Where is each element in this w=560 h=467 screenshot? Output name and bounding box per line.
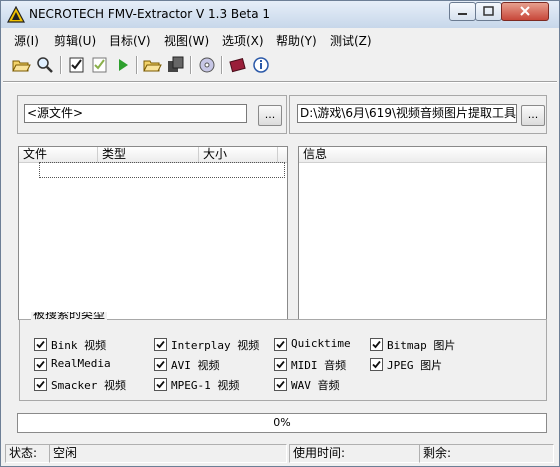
source-file-field[interactable]: <源文件> <box>24 104 247 123</box>
uncheck-icon[interactable] <box>90 55 110 75</box>
remaining-time-label: 剩余: <box>419 444 554 463</box>
checkmark-icon <box>276 360 285 369</box>
checkbox-box[interactable] <box>370 358 383 371</box>
file-type-checkbox[interactable]: Bink 视频 <box>34 337 152 352</box>
app-icon <box>7 6 25 23</box>
checkbox-label: JPEG 图片 <box>387 359 443 372</box>
window-title: NECROTECH FMV-Extractor V 1.3 Beta 1 <box>29 7 271 21</box>
minimize-icon <box>458 13 467 15</box>
maximize-icon <box>483 6 494 16</box>
source-browse-button[interactable]: ... <box>258 105 282 126</box>
checkbox-box[interactable] <box>154 378 167 391</box>
file-list[interactable]: 文件 类型 大小 <box>18 146 288 320</box>
menu-help[interactable]: 帮助(Y) <box>276 32 317 49</box>
progress-text: 0% <box>273 416 291 429</box>
minimize-button[interactable] <box>449 2 476 21</box>
checkbox-label: MIDI 音频 <box>291 359 347 372</box>
progress-bar: 0% <box>17 413 547 433</box>
checkmark-icon <box>372 340 381 349</box>
close-icon <box>520 6 530 16</box>
menu-source[interactable]: 源(I) <box>14 32 39 49</box>
checkbox-box[interactable] <box>154 358 167 371</box>
target-folder-field[interactable]: D:\游戏\6月\619\视频音频图片提取工具 <box>297 104 517 123</box>
column-file[interactable]: 文件 <box>19 147 98 162</box>
file-type-checkbox[interactable]: AVI 视频 <box>154 357 272 372</box>
status-value: 空闲 <box>49 444 287 463</box>
status-label: 状态: <box>5 444 50 463</box>
checkbox-label: Bitmap 图片 <box>387 339 456 352</box>
toolbar-separator <box>60 56 62 74</box>
file-list-header: 文件 类型 大小 <box>19 147 287 163</box>
focus-row[interactable] <box>39 162 285 178</box>
checkbox-box[interactable] <box>154 338 167 351</box>
column-type[interactable]: 类型 <box>98 147 199 162</box>
checkbox-box[interactable] <box>274 338 287 351</box>
checkmark-icon <box>276 340 285 349</box>
check-all-icon[interactable] <box>67 55 87 75</box>
menu-bar: 源(I) 剪辑(U) 目标(V) 视图(W) 选项(X) 帮助(Y) 测试(Z) <box>1 29 559 51</box>
checkbox-label: WAV 音频 <box>291 379 340 392</box>
file-type-checkbox[interactable]: Interplay 视频 <box>154 337 272 352</box>
menu-test[interactable]: 测试(Z) <box>330 32 372 49</box>
open-folder-icon[interactable] <box>11 55 31 75</box>
target-browse-button[interactable]: ... <box>521 105 545 126</box>
main-window: NECROTECH FMV-Extractor V 1.3 Beta 1 源(I… <box>0 0 560 467</box>
checkmark-icon <box>36 360 45 369</box>
checkmark-icon <box>36 380 45 389</box>
checkbox-label: Quicktime <box>291 337 351 350</box>
file-type-checkbox[interactable]: Bitmap 图片 <box>370 337 488 352</box>
file-type-checkbox[interactable]: WAV 音频 <box>274 377 392 392</box>
toolbar-divider <box>3 81 557 83</box>
play-icon[interactable] <box>113 55 133 75</box>
menu-view[interactable]: 视图(W) <box>164 32 209 49</box>
file-type-checkbox[interactable]: MPEG-1 视频 <box>154 377 272 392</box>
checkbox-label: RealMedia <box>51 357 111 370</box>
toolbar-separator <box>190 56 192 74</box>
books-icon[interactable] <box>228 55 248 75</box>
checkbox-label: AVI 视频 <box>171 359 220 372</box>
find-icon[interactable] <box>35 55 55 75</box>
title-bar[interactable]: NECROTECH FMV-Extractor V 1.3 Beta 1 <box>1 1 559 28</box>
copy-icon[interactable] <box>166 55 186 75</box>
checkmark-icon <box>372 360 381 369</box>
status-bar: 状态: 空闲 使用时间: 剩余: <box>1 442 559 466</box>
checkbox-box[interactable] <box>34 358 47 371</box>
info-panel[interactable]: 信息 <box>298 146 547 320</box>
menu-target[interactable]: 目标(V) <box>109 32 151 49</box>
info-panel-header: 信息 <box>299 147 546 163</box>
checkbox-label: Interplay 视频 <box>171 339 260 352</box>
checkmark-icon <box>156 380 165 389</box>
checkbox-box[interactable] <box>274 358 287 371</box>
file-types-label: 被搜索的类型 <box>31 312 108 322</box>
checkbox-box[interactable] <box>274 378 287 391</box>
checkmark-icon <box>276 380 285 389</box>
info-header-label: 信息 <box>303 147 328 161</box>
disc-icon[interactable] <box>197 55 217 75</box>
toolbar <box>1 53 559 79</box>
toolbar-separator <box>221 56 223 74</box>
file-type-checkbox[interactable]: Smacker 视频 <box>34 377 152 392</box>
checkmark-icon <box>36 340 45 349</box>
checkbox-label: Bink 视频 <box>51 339 107 352</box>
menu-options[interactable]: 选项(X) <box>222 32 264 49</box>
toolbar-separator <box>136 56 138 74</box>
column-size[interactable]: 大小 <box>199 147 278 162</box>
checkbox-label: MPEG-1 视频 <box>171 379 240 392</box>
file-type-checkbox[interactable]: RealMedia <box>34 357 152 372</box>
file-type-checkbox[interactable]: JPEG 图片 <box>370 357 488 372</box>
checkbox-box[interactable] <box>34 338 47 351</box>
checkmark-icon <box>156 340 165 349</box>
checkbox-label: Smacker 视频 <box>51 379 126 392</box>
close-button[interactable] <box>501 2 549 21</box>
elapsed-time-label: 使用时间: <box>289 444 420 463</box>
info-icon[interactable] <box>251 55 271 75</box>
checkmark-icon <box>156 360 165 369</box>
maximize-button[interactable] <box>475 2 502 21</box>
checkbox-box[interactable] <box>34 378 47 391</box>
menu-clip[interactable]: 剪辑(U) <box>54 32 96 49</box>
open-target-icon[interactable] <box>142 55 162 75</box>
checkbox-box[interactable] <box>370 338 383 351</box>
